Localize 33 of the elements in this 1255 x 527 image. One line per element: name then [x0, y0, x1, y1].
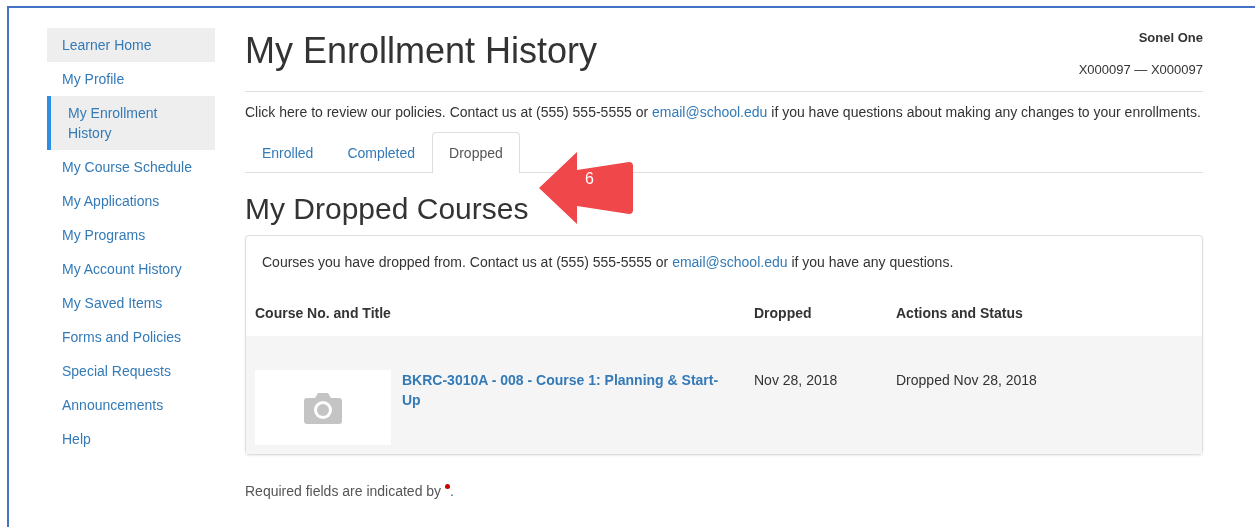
column-header: Dropped	[754, 304, 813, 323]
user-name: Sonel One	[1137, 29, 1203, 47]
callout-number: 6	[585, 169, 594, 189]
sidebar-item[interactable]: My Profile	[47, 62, 215, 96]
sidebar-item[interactable]: My Account History	[47, 252, 215, 286]
column-header: Course No. and Title	[255, 304, 392, 323]
sidebar-item[interactable]: My Programs	[47, 218, 215, 252]
sidebar-item[interactable]: Special Requests	[47, 354, 215, 388]
sidebar-item[interactable]: Learner Home	[47, 28, 215, 62]
tab[interactable]: Enrolled	[245, 132, 331, 173]
policy-notice: Click here to review our policies. Contact us at (555) 555-5555 or email@school.edu if you have questions about making any changes to your enrollments.	[245, 103, 1202, 122]
page-title: My Enrollment History	[245, 29, 598, 72]
required-marker-icon	[445, 484, 450, 489]
email-link[interactable]: email@school.edu	[672, 254, 788, 270]
course-title-link[interactable]: BKRC-3010A - 008 - Course 1: Planning & Start-Up	[391, 370, 731, 410]
required-note: Required fields are indicated by .	[245, 482, 455, 501]
tab[interactable]: Dropped	[432, 132, 520, 173]
column-header: Actions and Status	[896, 304, 1023, 323]
dropped-date: Nov 28, 2018	[754, 372, 838, 388]
email-link[interactable]: email@school.edu	[652, 104, 768, 120]
sidebar-item[interactable]: My Enrollment History	[47, 96, 215, 150]
camera-icon	[303, 390, 343, 425]
sidebar-item[interactable]: My Course Schedule	[47, 150, 215, 184]
sidebar-item[interactable]: Forms and Policies	[47, 320, 215, 354]
tab[interactable]: Completed	[330, 132, 433, 173]
user-id-range: X000097 — X000097	[1078, 60, 1203, 79]
status-text: Dropped Nov 28, 2018	[896, 371, 1037, 390]
sidebar-item[interactable]: My Applications	[47, 184, 215, 218]
section-title: My Dropped Courses	[245, 191, 530, 227]
sidebar-item[interactable]: Announcements	[47, 388, 215, 422]
card-intro: Courses you have dropped from. Contact us at (555) 555-5555 or email@school.edu if you have any questions.	[261, 253, 955, 272]
sidebar-item[interactable]: My Saved Items	[47, 286, 215, 320]
sidebar-item[interactable]: Help	[47, 422, 215, 456]
